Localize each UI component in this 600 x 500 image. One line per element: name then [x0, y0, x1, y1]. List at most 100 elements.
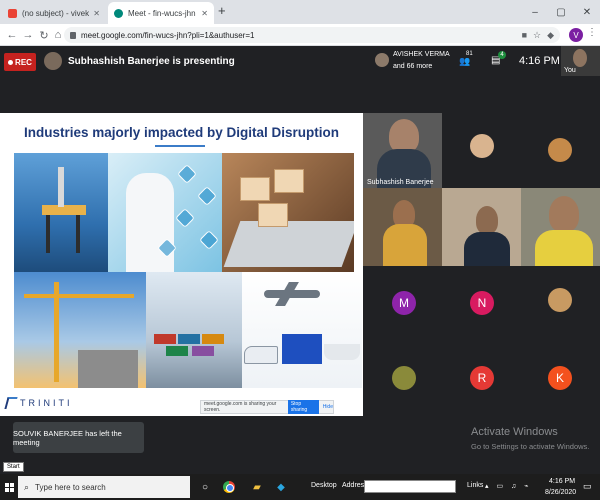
people-count: 81	[466, 51, 473, 57]
rec-label: REC	[15, 57, 32, 67]
chrome-taskbar-button[interactable]	[220, 478, 238, 496]
menu-icon[interactable]: ⋮	[587, 27, 597, 38]
participant-body	[464, 232, 510, 266]
self-video	[573, 49, 587, 67]
participant-tile[interactable]	[521, 266, 600, 341]
notification-icon[interactable]: ▭	[583, 481, 592, 492]
start-tooltip: Start	[3, 462, 24, 472]
people-icon[interactable]: 👥	[459, 56, 470, 67]
links-toolbar-label[interactable]: Links	[467, 482, 483, 489]
tab-meet[interactable]: Meet - fin-wucs-jhn ✕	[108, 2, 214, 24]
participant-left-toast: SOUVIK BANERJEE has left the meeting	[13, 422, 144, 453]
task-view-icon[interactable]: ○	[196, 478, 214, 496]
back-arrow-icon[interactable]: ←	[4, 26, 20, 44]
slide-title: Industries majorly impacted by Digital D…	[23, 125, 340, 140]
presented-slide: Industries majorly impacted by Digital D…	[0, 113, 363, 416]
train-shape	[244, 346, 278, 364]
participant-tile[interactable]: R	[442, 341, 521, 416]
participant-tile[interactable]: N	[442, 266, 521, 341]
rig-leg	[46, 211, 50, 253]
minimize-button[interactable]: –	[522, 0, 548, 24]
participant-preview-avatar	[375, 53, 389, 67]
windows-start-button[interactable]	[0, 474, 18, 500]
close-window-button[interactable]: ✕	[574, 0, 600, 24]
close-tab-icon[interactable]: ✕	[93, 9, 100, 18]
participant-body	[383, 224, 427, 266]
meet-top-bar: REC Subhashish Banerjee is presenting AV…	[0, 46, 600, 78]
system-tray-icons[interactable]: ▴ ▭ ♫ ⌁	[485, 482, 531, 490]
star-icon[interactable]: ☆	[533, 30, 541, 41]
activate-windows-subtitle: Go to Settings to activate Windows.	[471, 442, 590, 451]
chat-badge: 4	[498, 51, 506, 59]
taskbar-clock-time[interactable]: 4:16 PM	[549, 478, 575, 485]
close-tab-icon[interactable]: ✕	[201, 9, 208, 18]
participant-tile[interactable]	[363, 341, 442, 416]
participant-tile[interactable]	[363, 188, 442, 266]
healthcare-image	[108, 153, 222, 273]
oil-rig-image	[14, 153, 108, 273]
browser-toolbar: ← → ↻ ⌂ meet.google.com/fin-wucs-jhn?pli…	[0, 24, 600, 46]
chrome-icon	[223, 481, 235, 493]
participant-tile[interactable]	[442, 113, 521, 188]
truck-shape	[282, 334, 322, 364]
laptop-shape	[223, 221, 354, 267]
recording-indicator: REC	[4, 53, 36, 71]
container-shape	[178, 334, 200, 344]
ship-shape	[324, 344, 360, 360]
rig-deck	[42, 205, 86, 215]
participant-tile[interactable]	[521, 113, 600, 188]
container-shape	[154, 334, 176, 344]
tab-gmail-title: (no subject) - vivekpachauri@ti...	[22, 8, 90, 18]
file-explorer-icon[interactable]: ▰	[248, 478, 266, 496]
address-bar[interactable]: meet.google.com/fin-wucs-jhn?pli=1&authu…	[64, 27, 560, 43]
app-icon[interactable]: ◆	[272, 478, 290, 496]
participant-initial-avatar: K	[548, 366, 572, 390]
participant-tile[interactable]: M	[363, 266, 442, 341]
ecommerce-image	[222, 153, 354, 273]
gmail-icon	[8, 8, 17, 18]
cart-box-icon	[274, 169, 304, 193]
medical-hex-icon	[199, 230, 219, 250]
tab-gmail[interactable]: (no subject) - vivekpachauri@ti... ✕	[2, 2, 106, 24]
hide-button[interactable]: Hide	[323, 404, 333, 410]
container-shape	[166, 346, 188, 356]
cart-box-icon	[258, 203, 288, 227]
rig-leg	[76, 211, 80, 253]
logo-mark-icon	[4, 397, 18, 409]
participant-preview-more: and 66 more	[393, 63, 433, 70]
url-text: meet.google.com/fin-wucs-jhn?pli=1&authu…	[81, 30, 255, 40]
search-placeholder: Type here to search	[35, 482, 106, 492]
lock-icon	[70, 31, 76, 39]
search-icon: ⌕	[24, 481, 30, 492]
window-controls: – ▢ ✕	[522, 0, 600, 24]
rig-tower	[58, 167, 64, 207]
doctor-figure	[126, 173, 174, 273]
desktop-toolbar-label[interactable]: Desktop	[311, 482, 337, 489]
new-tab-button[interactable]: +	[218, 3, 226, 18]
participant-preview-name: AVISHEK VERMA	[393, 51, 450, 58]
participant-tile[interactable]: K	[521, 341, 600, 416]
container-shape	[202, 334, 224, 344]
participant-photo	[548, 138, 572, 162]
participant-tile[interactable]: Subhashish Banerjee	[363, 113, 442, 188]
windows-taskbar: ⌕ Type here to search ○ ▰ ◆ Desktop Addr…	[0, 474, 600, 500]
participant-tile[interactable]	[521, 188, 600, 266]
participant-initial-avatar: R	[470, 366, 494, 390]
extension-icon[interactable]: ◆	[547, 30, 554, 41]
presenting-status: Subhashish Banerjee is presenting	[68, 56, 235, 67]
medical-hex-icon	[175, 208, 195, 228]
profile-avatar[interactable]: V	[569, 28, 583, 42]
participant-video	[476, 206, 498, 234]
address-toolbar-input[interactable]	[364, 480, 456, 493]
camera-icon[interactable]: ■	[522, 30, 527, 40]
taskbar-clock-date[interactable]: 8/26/2020	[545, 489, 576, 496]
triniti-logo: TRINITI	[4, 397, 73, 409]
stop-sharing-button[interactable]: Stop sharing	[287, 400, 319, 414]
forward-arrow-icon[interactable]: →	[20, 26, 36, 44]
maximize-button[interactable]: ▢	[548, 0, 574, 24]
taskbar-search-input[interactable]: ⌕ Type here to search	[18, 476, 190, 498]
self-view-tile[interactable]: You	[561, 46, 600, 76]
participant-tile[interactable]	[442, 188, 521, 266]
participant-video	[549, 196, 579, 232]
transport-image	[242, 272, 362, 388]
